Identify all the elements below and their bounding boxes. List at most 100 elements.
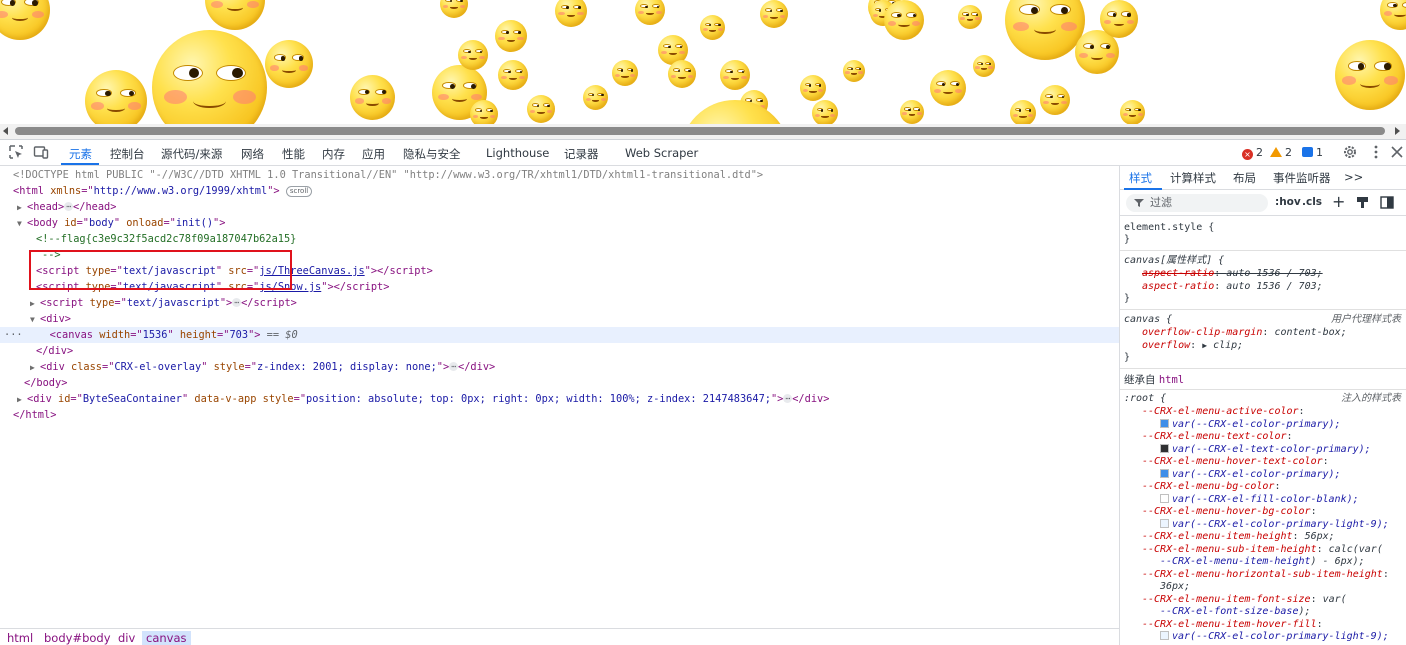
toggle-sidebar-icon[interactable] xyxy=(1380,196,1394,209)
warning-count-badge[interactable]: 2 xyxy=(1270,146,1292,159)
collapsed-content-icon[interactable]: ⋯ xyxy=(783,394,793,403)
css-variable-value[interactable]: --CRX-el-font-size-base); xyxy=(1120,606,1406,619)
tab-console[interactable]: 控制台 xyxy=(110,146,145,162)
css-variable[interactable]: --CRX-el-menu-horizontal-sub-item-height… xyxy=(1120,569,1406,582)
color-swatch-icon[interactable] xyxy=(1160,631,1169,640)
overflow-clip-margin-property[interactable]: overflow-clip-margin: content-box; xyxy=(1120,327,1406,340)
aspect-ratio-property[interactable]: aspect-ratio: auto 1536 / 703; xyxy=(1120,281,1406,294)
styles-tabs: 样式 计算样式 布局 事件监听器 >> xyxy=(1120,166,1406,190)
close-icon[interactable] xyxy=(1389,144,1405,160)
overlay-div-node[interactable]: ▶ <div class="CRX-el-overlay" style="z-in… xyxy=(0,359,1119,375)
head-node[interactable]: ▶ <head> ⋯ </head> xyxy=(0,199,1119,215)
hover-state-toggle[interactable]: :hov xyxy=(1275,196,1301,208)
more-tabs-chevron-icon[interactable]: >> xyxy=(1344,170,1363,184)
color-swatch-icon[interactable] xyxy=(1160,469,1169,478)
collapse-triangle-icon[interactable]: ▼ xyxy=(17,216,27,232)
page-viewport-canvas[interactable] xyxy=(0,0,1406,124)
css-variable[interactable]: --CRX-el-menu-text-color: xyxy=(1120,431,1406,444)
css-variable[interactable]: --CRX-el-menu-hover-text-color: xyxy=(1120,456,1406,469)
inherited-tag-link[interactable]: html xyxy=(1159,374,1184,386)
css-variable-value[interactable]: var(--CRX-el-color-primary); xyxy=(1120,419,1406,432)
collapsed-content-icon[interactable]: ⋯ xyxy=(449,362,459,371)
css-variable-value[interactable]: var(--CRX-el-text-color-primary); xyxy=(1120,444,1406,457)
tab-recorder[interactable]: 记录器 xyxy=(564,146,599,162)
settings-gear-icon[interactable] xyxy=(1342,144,1358,160)
tab-computed[interactable]: 计算样式 xyxy=(1170,170,1216,186)
collapsed-content-icon[interactable]: ⋯ xyxy=(64,202,74,211)
more-menu-icon[interactable] xyxy=(1368,144,1384,160)
css-variable[interactable]: --CRX-el-menu-hover-bg-color: xyxy=(1120,506,1406,519)
tab-network[interactable]: 网络 xyxy=(241,146,264,162)
breadcrumb-body[interactable]: body#body xyxy=(44,631,111,645)
tab-layout[interactable]: 布局 xyxy=(1233,170,1256,186)
tab-memory[interactable]: 内存 xyxy=(322,146,345,162)
color-swatch-icon[interactable] xyxy=(1160,519,1169,528)
scroll-right-arrow-icon[interactable] xyxy=(1395,127,1400,135)
css-variable[interactable]: --CRX-el-menu-bg-color: xyxy=(1120,481,1406,494)
color-swatch-icon[interactable] xyxy=(1160,444,1169,453)
doctype-node[interactable]: <!DOCTYPE html PUBLIC "-//W3C//DTD XHTML… xyxy=(0,167,1119,183)
class-toggle[interactable]: .cls xyxy=(1302,196,1322,208)
css-variable[interactable]: --CRX-el-menu-item-hover-fill: xyxy=(1120,619,1406,632)
body-node[interactable]: ▼ <body id="body" onload="init()"> xyxy=(0,215,1119,231)
device-toolbar-icon[interactable] xyxy=(33,144,49,160)
element-style-rule[interactable]: element.style { xyxy=(1120,222,1406,235)
aspect-ratio-overridden[interactable]: aspect-ratio: auto 1536 / 703; xyxy=(1120,268,1406,281)
inspect-element-icon[interactable] xyxy=(8,144,24,160)
css-variable-value[interactable]: var(--CRX-el-color-primary); xyxy=(1120,469,1406,482)
node-actions-icon[interactable]: ··· xyxy=(4,329,23,341)
byteseacontainer-node[interactable]: ▶ <div id="ByteSeaContainer" data-v-app s… xyxy=(0,391,1119,407)
css-variable[interactable]: --CRX-el-menu-item-height: 56px; xyxy=(1120,531,1406,544)
root-rule[interactable]: :root {注入的样式表 xyxy=(1120,393,1406,406)
scroll-badge[interactable]: scroll xyxy=(285,186,313,197)
tab-application[interactable]: 应用 xyxy=(362,146,385,162)
tab-elements[interactable]: 元素 xyxy=(69,146,92,162)
expand-triangle-icon[interactable]: ▶ xyxy=(17,200,27,216)
paint-brush-icon[interactable] xyxy=(1356,196,1369,209)
breadcrumb-canvas[interactable]: canvas xyxy=(142,631,191,645)
scrollbar-thumb[interactable] xyxy=(15,127,1385,135)
tab-performance[interactable]: 性能 xyxy=(282,146,305,162)
color-swatch-icon[interactable] xyxy=(1160,494,1169,503)
flag-comment-node[interactable]: <!--flag{c3e9c32f5acd2c78f09a187047b62a1… xyxy=(0,231,1119,247)
css-variable[interactable]: --CRX-el-menu-item-font-size: var( xyxy=(1120,594,1406,607)
body-close[interactable]: </body> xyxy=(0,375,1119,391)
collapsed-content-icon[interactable]: ⋯ xyxy=(232,298,242,307)
collapse-triangle-icon[interactable]: ▼ xyxy=(30,312,40,328)
css-variable-value[interactable]: var(--CRX-el-fill-color-blank); xyxy=(1120,494,1406,507)
div-close[interactable]: </div> xyxy=(0,343,1119,359)
css-variable-value[interactable]: var(--CRX-el-color-primary-light-9); xyxy=(1120,631,1406,644)
tab-privacy-security[interactable]: 隐私与安全 xyxy=(403,146,461,162)
tab-sources[interactable]: 源代码/来源 xyxy=(161,146,222,162)
html-close[interactable]: </html> xyxy=(0,407,1119,423)
breadcrumb-html[interactable]: html xyxy=(7,631,33,645)
html-node[interactable]: <html xmlns="http://www.w3.org/1999/xhtm… xyxy=(0,183,1119,199)
css-variable[interactable]: --CRX-el-menu-sub-item-height: calc(var( xyxy=(1120,544,1406,557)
color-swatch-icon[interactable] xyxy=(1160,419,1169,428)
add-rule-icon[interactable]: + xyxy=(1332,192,1345,211)
expand-triangle-icon[interactable]: ▶ xyxy=(30,296,40,312)
css-variable[interactable]: --CRX-el-menu-active-color: xyxy=(1120,406,1406,419)
error-count-badge[interactable]: × 2 xyxy=(1242,146,1263,160)
tab-event-listeners[interactable]: 事件监听器 xyxy=(1273,170,1331,186)
canvas-node-selected[interactable]: ··· <canvas width="1536" height="703"> ==… xyxy=(0,327,1119,343)
expand-triangle-icon[interactable]: ▶ xyxy=(1202,341,1207,350)
scroll-left-arrow-icon[interactable] xyxy=(3,127,8,135)
breadcrumb-div[interactable]: div xyxy=(118,631,135,645)
expand-triangle-icon[interactable]: ▶ xyxy=(30,360,40,376)
attribute-style-rule[interactable]: canvas[属性样式] { xyxy=(1120,255,1406,268)
ua-canvas-rule[interactable]: canvas {用户代理样式表 xyxy=(1120,314,1406,327)
css-variable-value[interactable]: --CRX-el-menu-item-height) - 6px); xyxy=(1120,556,1406,569)
script-inline-node[interactable]: ▶ <script type="text/javascript"> ⋯ </scrip… xyxy=(0,295,1119,311)
tab-styles[interactable]: 样式 xyxy=(1129,170,1152,186)
div-node[interactable]: ▼ <div> xyxy=(0,311,1119,327)
overflow-property[interactable]: overflow: ▶ clip; xyxy=(1120,340,1406,353)
filter-input[interactable]: 过滤 xyxy=(1126,194,1268,212)
css-variable-value[interactable]: 36px; xyxy=(1120,581,1406,594)
css-variable-value[interactable]: var(--CRX-el-color-primary-light-9); xyxy=(1120,519,1406,532)
tab-web-scraper[interactable]: Web Scraper xyxy=(625,146,698,160)
tab-lighthouse[interactable]: Lighthouse xyxy=(486,146,549,160)
expand-triangle-icon[interactable]: ▶ xyxy=(17,392,27,408)
horizontal-scrollbar[interactable] xyxy=(0,124,1406,139)
message-count-badge[interactable]: 1 xyxy=(1302,146,1323,159)
